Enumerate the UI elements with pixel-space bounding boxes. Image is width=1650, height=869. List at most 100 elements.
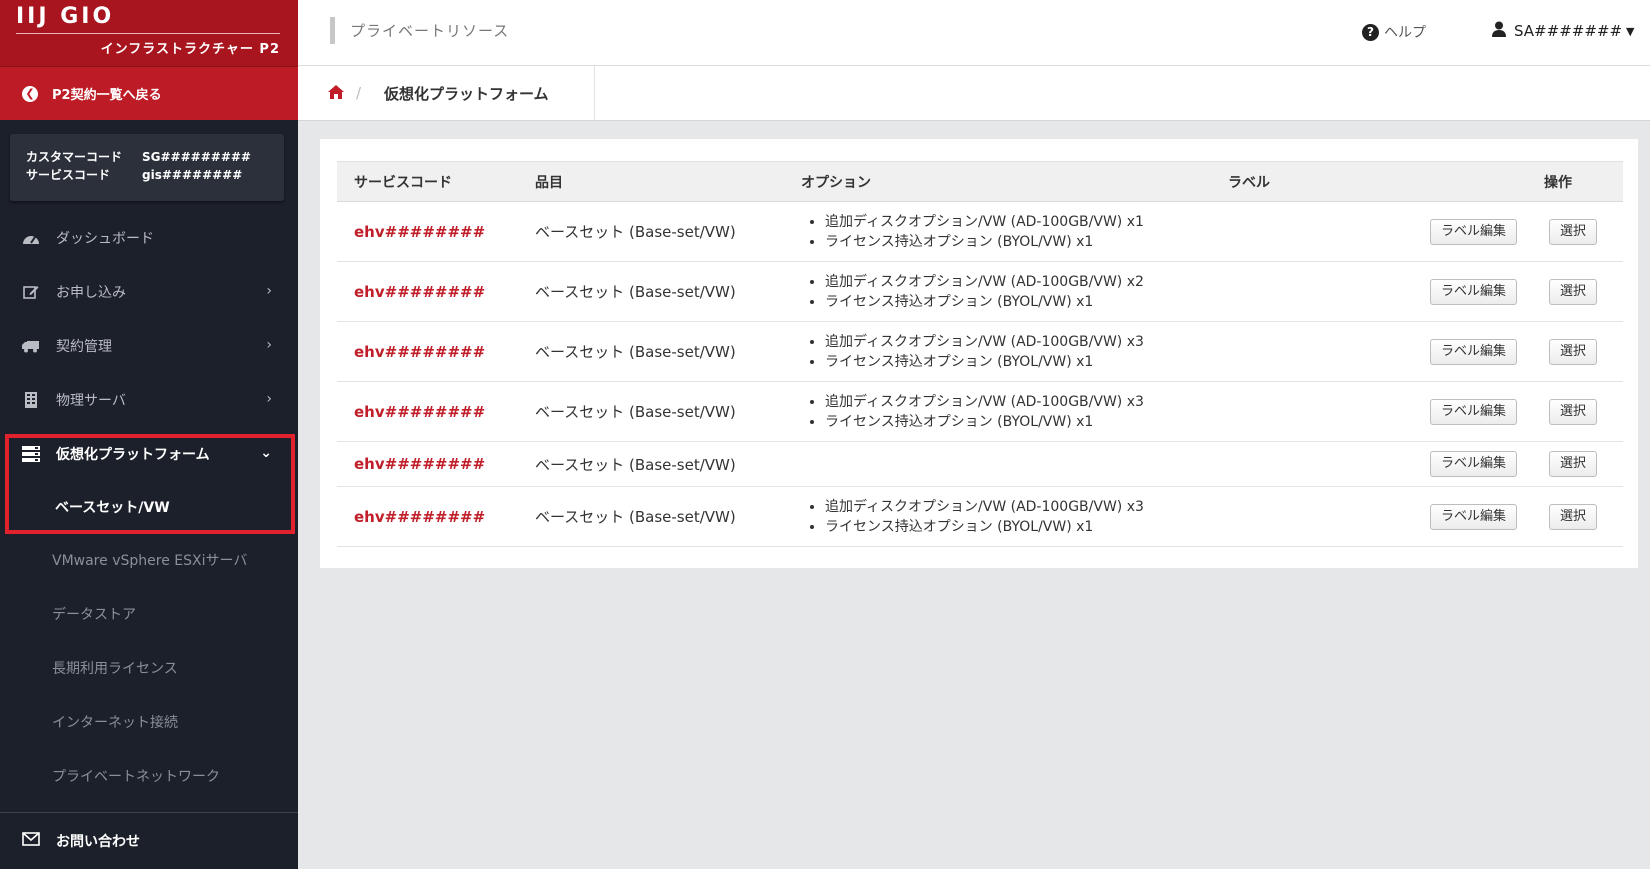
title-accent-bar	[330, 17, 335, 44]
service-code-link[interactable]: ehv########	[354, 403, 485, 421]
edit-label-button[interactable]: ラベル編集	[1429, 278, 1517, 305]
options-list: 追加ディスクオプション/VW (AD-100GB/VW) x2ライセンス持込オプ…	[801, 272, 1211, 312]
customer-code-label: カスタマーコード	[26, 150, 123, 164]
table-header-row: サービスコード 品目 オプション ラベル 操作	[337, 161, 1623, 202]
sidebar-item-physical-server[interactable]: 物理サーバ ›	[0, 373, 298, 427]
service-code-link[interactable]: ehv########	[354, 508, 485, 526]
column-header-label: ラベル	[1211, 161, 1527, 202]
server-stack-icon	[22, 446, 40, 462]
breadcrumb-divider	[594, 66, 595, 121]
user-name: SA#######	[1514, 22, 1623, 40]
table-row: ehv######## ベースセット (Base-set/VW) ラベル編集 選択	[337, 441, 1623, 487]
column-header-options: オプション	[784, 161, 1211, 202]
table-row: ehv######## ベースセット (Base-set/VW) 追加ディスクオプシ…	[337, 381, 1623, 442]
breadcrumb: / 仮想化プラットフォーム	[298, 66, 1650, 121]
options-cell	[784, 441, 1211, 487]
resource-table: サービスコード 品目 オプション ラベル 操作 ehv######## ベースセッ…	[337, 161, 1623, 547]
brand-subtitle: インフラストラクチャー P2	[100, 42, 280, 57]
select-button[interactable]: 選択	[1549, 398, 1598, 425]
service-code-row: サービスコード gis########	[26, 166, 284, 184]
service-code-link[interactable]: ehv########	[354, 455, 485, 473]
actions-cell: 選択	[1527, 321, 1623, 382]
contact-label: お問い合わせ	[56, 834, 140, 850]
sidebar-item-contact[interactable]: お問い合わせ	[0, 812, 298, 869]
edit-label-button[interactable]: ラベル編集	[1429, 451, 1517, 477]
label-cell: ラベル編集	[1211, 486, 1527, 547]
envelope-icon	[22, 832, 40, 850]
sidebar: IIJ GIO インフラストラクチャー P2 ❮ P2契約一覧へ戻る カスタマー…	[0, 0, 298, 869]
customer-code-value: SG#########	[142, 150, 251, 164]
edit-label-button[interactable]: ラベル編集	[1429, 398, 1517, 425]
option-item: ライセンス持込オプション (BYOL/VW) x1	[825, 232, 1211, 252]
option-item: 追加ディスクオプション/VW (AD-100GB/VW) x3	[825, 332, 1211, 352]
help-link[interactable]: ? ヘルプ	[1362, 22, 1426, 42]
sidebar-subitem-vsphere-esxi-server[interactable]: VMware vSphere ESXiサーバ	[0, 533, 298, 587]
options-cell: 追加ディスクオプション/VW (AD-100GB/VW) x3ライセンス持込オプ…	[784, 321, 1211, 382]
sidebar-item-label: ダッシュボード	[56, 231, 154, 247]
item-cell: ベースセット (Base-set/VW)	[518, 441, 784, 487]
options-cell: 追加ディスクオプション/VW (AD-100GB/VW) x3ライセンス持込オプ…	[784, 381, 1211, 442]
user-menu[interactable]: SA####### ▼	[1492, 21, 1635, 41]
service-code-value: gis########	[142, 168, 243, 182]
select-button[interactable]: 選択	[1549, 218, 1598, 245]
column-header-item: 品目	[518, 161, 784, 202]
back-to-contracts-link[interactable]: ❮ P2契約一覧へ戻る	[0, 66, 298, 120]
table-row: ehv######## ベースセット (Base-set/VW) 追加ディスクオプシ…	[337, 261, 1623, 322]
option-item: 追加ディスクオプション/VW (AD-100GB/VW) x2	[825, 272, 1211, 292]
sidebar-subitem-long-term-license[interactable]: 長期利用ライセンス	[0, 641, 298, 695]
actions-cell: 選択	[1527, 381, 1623, 442]
option-item: 追加ディスクオプション/VW (AD-100GB/VW) x3	[825, 392, 1211, 412]
service-code-cell: ehv########	[337, 201, 518, 262]
item-cell: ベースセット (Base-set/VW)	[518, 486, 784, 547]
chevron-down-icon: ⌄	[260, 445, 272, 461]
help-label: ヘルプ	[1384, 25, 1426, 41]
item-cell: ベースセット (Base-set/VW)	[518, 201, 784, 262]
brand-logo: IIJ GIO	[16, 4, 115, 29]
label-cell: ラベル編集	[1211, 441, 1527, 487]
service-code-link[interactable]: ehv########	[354, 283, 485, 301]
table-row: ehv######## ベースセット (Base-set/VW) 追加ディスクオプシ…	[337, 321, 1623, 382]
sidebar-item-contract-management[interactable]: 契約管理 ›	[0, 319, 298, 373]
item-cell: ベースセット (Base-set/VW)	[518, 261, 784, 322]
edit-label-button[interactable]: ラベル編集	[1429, 338, 1517, 365]
options-cell: 追加ディスクオプション/VW (AD-100GB/VW) x3ライセンス持込オプ…	[784, 486, 1211, 547]
select-button[interactable]: 選択	[1549, 451, 1598, 477]
breadcrumb-separator: /	[356, 84, 362, 102]
sidebar-item-application[interactable]: お申し込み ›	[0, 265, 298, 319]
options-cell: 追加ディスクオプション/VW (AD-100GB/VW) x1ライセンス持込オプ…	[784, 201, 1211, 262]
sidebar-subitem-internet-connection[interactable]: インターネット接続	[0, 695, 298, 749]
service-code-cell: ehv########	[337, 381, 518, 442]
option-item: 追加ディスクオプション/VW (AD-100GB/VW) x3	[825, 497, 1211, 517]
select-button[interactable]: 選択	[1549, 338, 1598, 365]
service-code-link[interactable]: ehv########	[354, 223, 485, 241]
item-cell: ベースセット (Base-set/VW)	[518, 381, 784, 442]
select-button[interactable]: 選択	[1549, 278, 1598, 305]
brand-divider	[16, 33, 280, 34]
actions-cell: 選択	[1527, 486, 1623, 547]
home-icon[interactable]	[328, 84, 344, 103]
sidebar-subitem-datastore[interactable]: データストア	[0, 587, 298, 641]
breadcrumb-current: 仮想化プラットフォーム	[384, 85, 549, 103]
item-cell: ベースセット (Base-set/VW)	[518, 321, 784, 382]
edit-label-button[interactable]: ラベル編集	[1429, 503, 1517, 530]
sidebar-subitem-private-network[interactable]: プライベートネットワーク	[0, 749, 298, 803]
top-header: プライベートリソース ? ヘルプ SA####### ▼	[298, 0, 1650, 66]
options-list: 追加ディスクオプション/VW (AD-100GB/VW) x3ライセンス持込オプ…	[801, 392, 1211, 432]
brand-header[interactable]: IIJ GIO インフラストラクチャー P2	[0, 0, 298, 66]
edit-label-button[interactable]: ラベル編集	[1429, 218, 1517, 245]
service-code-link[interactable]: ehv########	[354, 343, 485, 361]
sidebar-item-virtualization-platform[interactable]: 仮想化プラットフォーム ⌄	[0, 427, 298, 481]
select-button[interactable]: 選択	[1549, 503, 1598, 530]
sidebar-item-label: 物理サーバ	[56, 393, 126, 409]
option-item: ライセンス持込オプション (BYOL/VW) x1	[825, 412, 1211, 432]
actions-cell: 選択	[1527, 441, 1623, 487]
sidebar-item-label: 仮想化プラットフォーム	[56, 447, 210, 463]
actions-cell: 選択	[1527, 261, 1623, 322]
option-item: ライセンス持込オプション (BYOL/VW) x1	[825, 517, 1211, 537]
actions-cell: 選択	[1527, 201, 1623, 262]
label-cell: ラベル編集	[1211, 321, 1527, 382]
sidebar-subitem-baseset-vw[interactable]: ベースセット/VW	[0, 481, 298, 533]
edit-icon	[22, 284, 40, 300]
page-title: プライベートリソース	[350, 22, 510, 40]
sidebar-item-dashboard[interactable]: ダッシュボード	[0, 211, 298, 265]
